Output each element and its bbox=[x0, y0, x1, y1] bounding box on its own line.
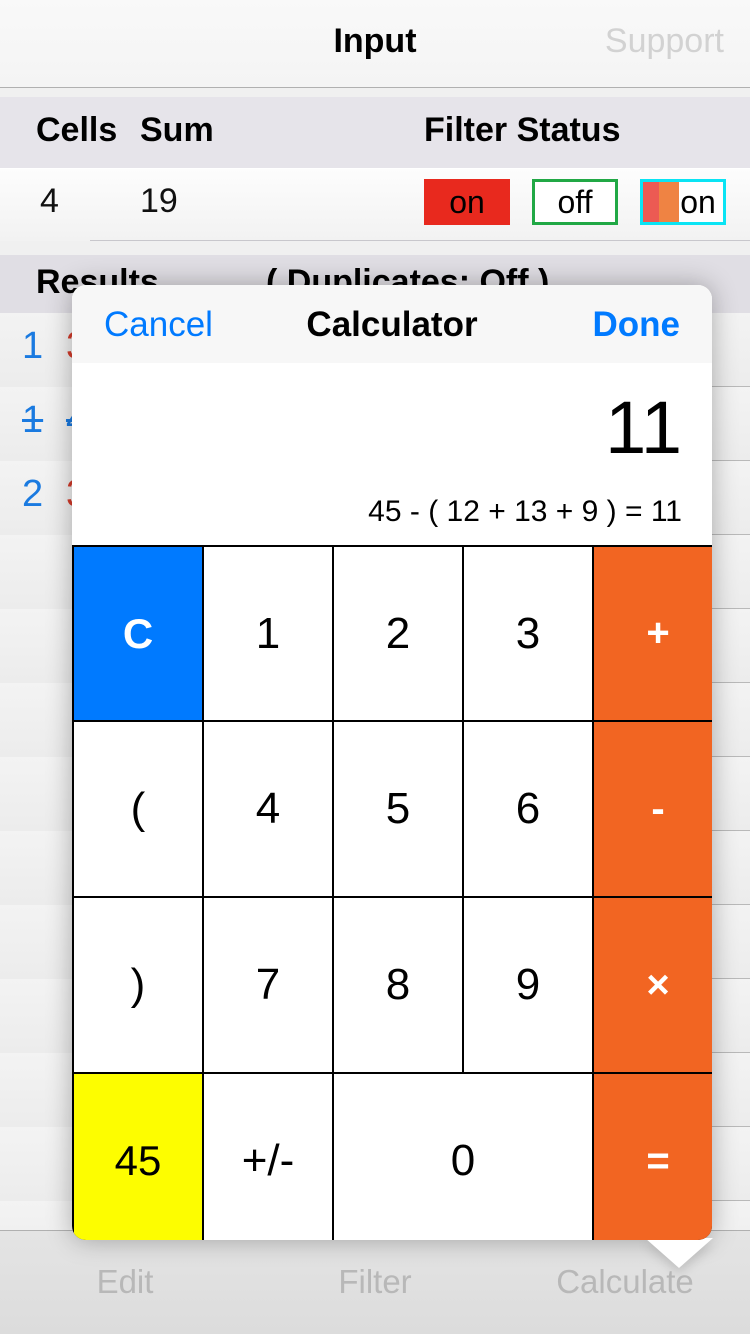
key-target-sum[interactable]: 45 bbox=[74, 1074, 202, 1240]
cells-value: 4 bbox=[40, 182, 59, 220]
key-digit-4[interactable]: 4 bbox=[204, 722, 332, 896]
filter-status-badges: on off on bbox=[424, 179, 726, 225]
key-digit-6[interactable]: 6 bbox=[464, 722, 592, 896]
key-digit-7[interactable]: 7 bbox=[204, 898, 332, 1072]
calculator-display: 11 45 - ( 12 + 13 + 9 ) = 11 bbox=[72, 363, 712, 545]
popover-content: Cancel Calculator Done 11 45 - ( 12 + 13… bbox=[72, 285, 712, 1240]
result-index: 1 bbox=[22, 399, 44, 441]
done-button[interactable]: Done bbox=[593, 305, 681, 345]
tab-filter[interactable]: Filter bbox=[250, 1263, 500, 1301]
key-plus[interactable]: + bbox=[594, 547, 712, 720]
display-result: 11 bbox=[605, 386, 682, 469]
key-paren-close[interactable]: ) bbox=[74, 898, 202, 1072]
tab-edit[interactable]: Edit bbox=[0, 1263, 250, 1301]
key-paren-open[interactable]: ( bbox=[74, 722, 202, 896]
calculator-keypad: C 1 2 3 + ( 4 5 6 - ) 7 8 9 × 45 +/- 0 = bbox=[72, 545, 712, 1240]
key-clear[interactable]: C bbox=[74, 547, 202, 720]
column-header-cells: Cells bbox=[36, 111, 118, 149]
tab-calculate[interactable]: Calculate bbox=[500, 1263, 750, 1301]
navigation-bar: Input Support bbox=[0, 0, 750, 88]
popover-arrow bbox=[645, 1238, 713, 1268]
key-digit-1[interactable]: 1 bbox=[204, 547, 332, 720]
key-multiply[interactable]: × bbox=[594, 898, 712, 1072]
calculator-header: Cancel Calculator Done bbox=[72, 285, 712, 363]
table-column-header: Cells Sum Filter Status bbox=[0, 97, 750, 169]
display-expression: 45 - ( 12 + 13 + 9 ) = 11 bbox=[368, 495, 682, 528]
key-minus[interactable]: - bbox=[594, 722, 712, 896]
column-header-sum: Sum bbox=[140, 111, 214, 149]
tab-bar: Edit Filter Calculate bbox=[0, 1230, 750, 1334]
key-digit-3[interactable]: 3 bbox=[464, 547, 592, 720]
table-row[interactable]: 4 19 on off on bbox=[0, 169, 750, 241]
filter-badge-off-green[interactable]: off bbox=[532, 179, 618, 225]
filter-badge-label: on bbox=[680, 183, 716, 220]
key-sign-toggle[interactable]: +/- bbox=[204, 1074, 332, 1240]
sum-value: 19 bbox=[140, 182, 178, 220]
filter-badge-label: off bbox=[557, 183, 593, 220]
key-digit-2[interactable]: 2 bbox=[334, 547, 462, 720]
result-index: 1 bbox=[22, 325, 44, 367]
filter-badge-label: on bbox=[449, 183, 485, 220]
key-digit-0[interactable]: 0 bbox=[334, 1074, 592, 1240]
filter-badge-on-cyan[interactable]: on bbox=[640, 179, 726, 225]
app-root: Input Support Cells Sum Filter Status 4 … bbox=[0, 0, 750, 1334]
support-button[interactable]: Support bbox=[605, 22, 724, 61]
result-index: 2 bbox=[22, 473, 44, 515]
key-digit-5[interactable]: 5 bbox=[334, 722, 462, 896]
key-digit-9[interactable]: 9 bbox=[464, 898, 592, 1072]
row-divider bbox=[90, 240, 750, 241]
column-header-filter: Filter Status bbox=[424, 111, 621, 149]
filter-badge-on-red[interactable]: on bbox=[424, 179, 510, 225]
key-equals[interactable]: = bbox=[594, 1074, 712, 1240]
key-digit-8[interactable]: 8 bbox=[334, 898, 462, 1072]
calculator-popover: Cancel Calculator Done 11 45 - ( 12 + 13… bbox=[72, 285, 713, 1268]
